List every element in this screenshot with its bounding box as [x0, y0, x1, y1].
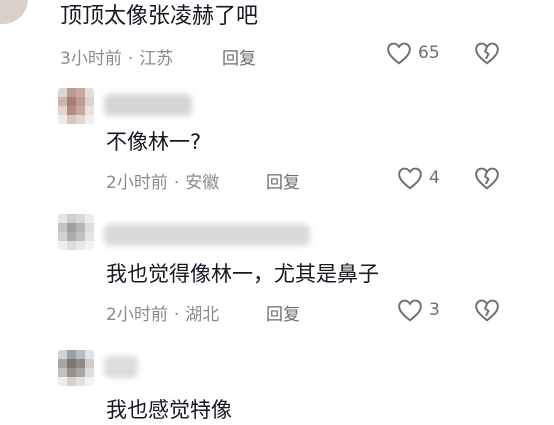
broken-heart-icon	[475, 42, 499, 65]
avatar-reply-2[interactable]	[58, 214, 94, 250]
username-blurred[interactable]	[104, 356, 138, 378]
meta-separator: ·	[127, 49, 134, 69]
reply-meta: 2小时前 · 安徽	[106, 168, 219, 193]
username-blurred[interactable]	[104, 94, 192, 116]
avatar-commenter[interactable]	[0, 0, 28, 24]
like-button[interactable]: 4	[397, 166, 440, 190]
like-count: 3	[429, 300, 440, 320]
username-blurred[interactable]	[104, 224, 310, 246]
reply-button[interactable]: 回复	[222, 44, 256, 69]
heart-outline-icon	[387, 42, 411, 65]
meta-separator: ·	[173, 305, 180, 325]
comment-location: 江苏	[139, 49, 174, 69]
reply-meta: 2小时前 · 湖北	[106, 300, 219, 325]
broken-heart-icon	[475, 167, 499, 190]
reply-button[interactable]: 回复	[266, 300, 300, 325]
avatar-reply-1[interactable]	[58, 88, 94, 124]
like-count: 65	[418, 43, 440, 63]
heart-outline-icon	[398, 299, 422, 322]
like-button[interactable]: 3	[397, 298, 440, 322]
dislike-button[interactable]	[474, 166, 500, 190]
reply-button[interactable]: 回复	[266, 168, 300, 193]
reply-location: 湖北	[185, 305, 220, 325]
dislike-button[interactable]	[474, 41, 500, 65]
like-count: 4	[429, 168, 440, 188]
reply-time: 2小时前	[106, 173, 168, 193]
like-button[interactable]: 65	[386, 41, 440, 65]
avatar-reply-3[interactable]	[58, 350, 94, 386]
reply-text: 我也觉得像林一，尤其是鼻子	[106, 262, 379, 286]
reply-time: 2小时前	[106, 305, 168, 325]
heart-outline-icon	[398, 167, 422, 190]
comment-text: 顶顶太像张凌赫了吧	[60, 4, 259, 29]
reply-location: 安徽	[185, 173, 220, 193]
comment-meta: 3小时前 · 江苏	[60, 44, 173, 69]
meta-separator: ·	[173, 173, 180, 193]
dislike-button[interactable]	[474, 298, 500, 322]
broken-heart-icon	[475, 299, 499, 322]
reply-text: 不像林一?	[106, 130, 202, 154]
comment-time: 3小时前	[60, 49, 122, 69]
